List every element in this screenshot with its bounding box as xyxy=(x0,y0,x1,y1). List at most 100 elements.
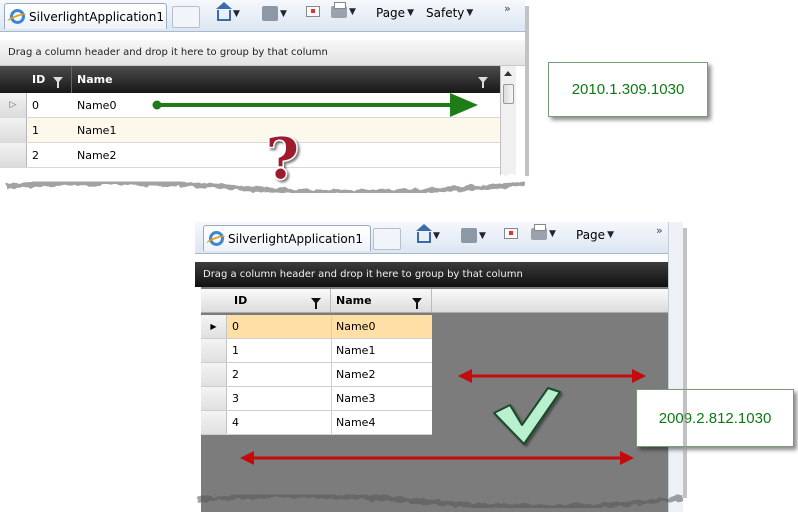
cell-id[interactable]: 0 xyxy=(27,93,72,117)
cell-id[interactable]: 0 xyxy=(227,315,331,338)
new-tab-button[interactable] xyxy=(373,228,401,250)
table-row[interactable]: 3 Name3 xyxy=(201,387,432,411)
version-callout-new: 2010.1.309.1030 xyxy=(548,62,708,117)
screenshot-shadow xyxy=(683,228,687,498)
tab-title: SilverlightApplication1 xyxy=(228,231,363,246)
browser-vertical-scrollbar[interactable] xyxy=(668,222,683,512)
cell-name[interactable]: Name0 xyxy=(72,93,272,117)
print-button[interactable]: ▼ xyxy=(331,2,356,18)
filter-icon[interactable] xyxy=(311,297,321,309)
toolbar-overflow-icon[interactable]: » xyxy=(504,2,511,15)
column-header-label: ID xyxy=(234,294,248,307)
table-row[interactable]: 4 Name4 xyxy=(201,411,432,435)
row-indicator xyxy=(0,143,27,167)
page-menu[interactable]: Page ▼ xyxy=(576,228,614,242)
page-menu-label: Page xyxy=(376,6,406,20)
home-button[interactable]: ▼ xyxy=(416,224,440,243)
row-indicator: ▷ xyxy=(0,93,27,117)
table-row[interactable]: ▶ 0 Name0 xyxy=(201,315,432,339)
column-header-id[interactable]: ID xyxy=(227,289,331,312)
filter-icon[interactable] xyxy=(53,76,64,88)
column-header-name[interactable]: Name xyxy=(331,289,432,312)
toolbar-overflow-icon[interactable]: » xyxy=(656,224,663,237)
home-icon xyxy=(416,224,432,243)
grid-header: ID Name xyxy=(201,289,668,313)
printer-icon xyxy=(331,2,347,18)
current-row-icon: ▷ xyxy=(9,100,17,110)
column-header-label: Name xyxy=(77,73,113,86)
chevron-down-icon: ▼ xyxy=(607,230,614,240)
print-button[interactable]: ▼ xyxy=(531,224,556,240)
row-indicator xyxy=(201,363,227,386)
cell-name[interactable]: Name4 xyxy=(331,411,432,434)
mail-icon xyxy=(306,6,320,17)
cell-name[interactable]: Name1 xyxy=(72,118,272,142)
column-header-name[interactable]: Name xyxy=(72,66,500,93)
filter-icon[interactable] xyxy=(478,76,488,88)
row-indicator: ▶ xyxy=(201,315,227,338)
cell-id[interactable]: 2 xyxy=(227,363,331,386)
row-indicator xyxy=(201,339,227,362)
group-panel[interactable]: Drag a column header and drop it here to… xyxy=(195,262,683,287)
printer-icon xyxy=(531,224,547,240)
group-panel-text: Drag a column header and drop it here to… xyxy=(8,47,328,58)
table-row[interactable]: ▷ 0 Name0 xyxy=(0,93,500,118)
home-icon xyxy=(216,2,232,21)
cell-id[interactable]: 1 xyxy=(27,118,72,142)
home-button[interactable]: ▼ xyxy=(216,2,240,21)
browser-tab[interactable]: SilverlightApplication1 xyxy=(4,3,167,29)
bottom-browser-screenshot: SilverlightApplication1 ▼ ▼ ▼ Page ▼ » D… xyxy=(195,222,683,512)
browser-tab[interactable]: SilverlightApplication1 xyxy=(203,225,371,251)
cell-id[interactable]: 2 xyxy=(27,143,72,167)
feeds-button[interactable]: ▼ xyxy=(262,6,287,21)
cell-id[interactable]: 4 xyxy=(227,411,331,434)
group-panel[interactable]: Drag a column header and drop it here to… xyxy=(0,40,525,66)
cell-name[interactable]: Name3 xyxy=(331,387,432,410)
chevron-down-icon: ▼ xyxy=(549,229,556,239)
page-menu-label: Page xyxy=(576,228,606,242)
table-row[interactable]: 2 Name2 xyxy=(0,143,500,168)
table-row[interactable]: 2 Name2 xyxy=(201,363,432,387)
table-row[interactable]: 1 Name1 xyxy=(0,118,500,143)
feeds-button[interactable]: ▼ xyxy=(461,228,486,243)
cell-id[interactable]: 1 xyxy=(227,339,331,362)
scroll-thumb[interactable] xyxy=(503,84,514,104)
chevron-down-icon: ▼ xyxy=(407,8,414,18)
row-indicator xyxy=(0,118,27,142)
row-indicator xyxy=(201,387,227,410)
browser-tab-bar: SilverlightApplication1 ▼ ▼ ▼ Page ▼ » xyxy=(195,222,683,254)
chevron-down-icon: ▼ xyxy=(466,8,474,18)
cell-name[interactable]: Name0 xyxy=(331,315,432,338)
chevron-down-icon: ▼ xyxy=(280,8,287,19)
tab-title: SilverlightApplication1 xyxy=(29,9,164,24)
table-row[interactable]: 1 Name1 xyxy=(201,339,432,363)
grid-header: ID Name xyxy=(0,66,500,93)
new-tab-button[interactable] xyxy=(172,6,200,28)
cell-id[interactable]: 3 xyxy=(227,387,331,410)
scroll-up-icon[interactable] xyxy=(504,71,512,76)
read-mail-button[interactable] xyxy=(306,6,320,17)
row-indicator xyxy=(201,411,227,434)
safety-menu-label: Safety xyxy=(426,6,465,20)
group-panel-text: Drag a column header and drop it here to… xyxy=(203,269,523,280)
current-row-icon: ▶ xyxy=(210,322,217,331)
safety-menu[interactable]: Safety ▼ xyxy=(426,6,473,20)
ie-logo-icon xyxy=(10,9,25,24)
cell-name[interactable]: Name2 xyxy=(331,363,432,386)
version-label: 2009.2.812.1030 xyxy=(658,409,772,427)
chevron-down-icon: ▼ xyxy=(479,230,486,241)
rss-icon xyxy=(461,228,477,243)
read-mail-button[interactable] xyxy=(504,228,518,239)
filter-icon[interactable] xyxy=(412,297,422,309)
column-header-id[interactable]: ID xyxy=(27,66,72,93)
rss-icon xyxy=(262,6,278,21)
screenshot-shadow xyxy=(525,6,529,176)
page-menu[interactable]: Page ▼ xyxy=(376,6,414,20)
cell-name[interactable]: Name2 xyxy=(72,143,272,167)
mail-icon xyxy=(504,228,518,239)
vertical-scrollbar[interactable] xyxy=(500,66,516,176)
cell-name[interactable]: Name1 xyxy=(331,339,432,362)
version-callout-old: 2009.2.812.1030 xyxy=(636,389,794,447)
chevron-down-icon: ▼ xyxy=(233,8,240,19)
browser-tab-bar: SilverlightApplication1 ▼ ▼ ▼ Page ▼ Saf… xyxy=(0,0,525,32)
